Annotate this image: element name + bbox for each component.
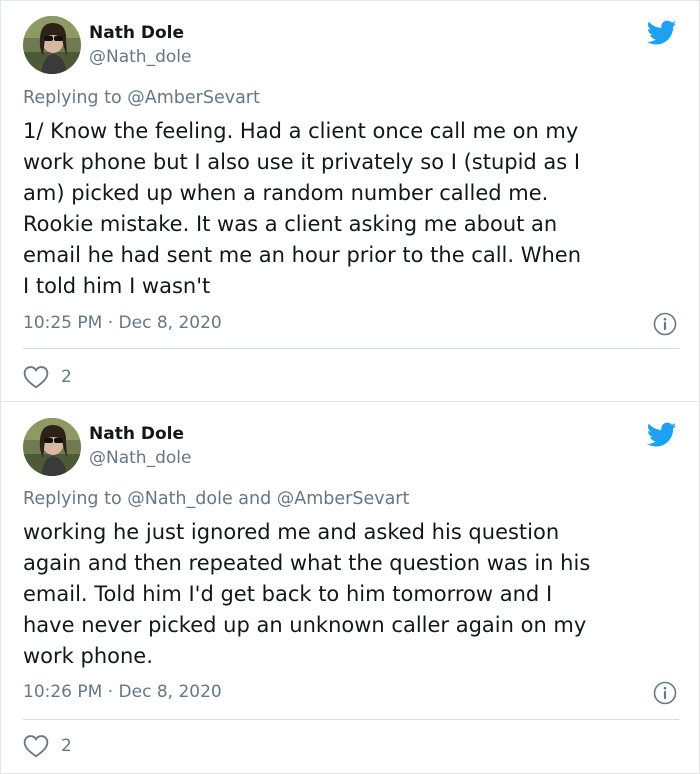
tweet-card[interactable]: Nath Dole @Nath_dole Replying to @Nath_d… [0, 402, 700, 774]
tweet-text-line: work phone but I also use it privately s… [23, 150, 581, 174]
avatar-image [23, 16, 81, 74]
tweet-text-line: Rookie mistake. It was a client asking m… [23, 212, 558, 236]
author-name[interactable]: Nath Dole [89, 23, 184, 43]
author-handle[interactable]: @Nath_dole [89, 448, 191, 468]
replying-to: Replying to @Nath_dole and @AmberSevart [23, 489, 409, 509]
timestamp[interactable]: 10:25 PM · Dec 8, 2020 [23, 313, 222, 333]
tweet-card[interactable]: Nath Dole @Nath_dole Replying to @AmberS… [0, 0, 700, 402]
timestamp[interactable]: 10:26 PM · Dec 8, 2020 [23, 682, 222, 702]
tweet-text-line: 1/ Know the feeling. Had a client once c… [23, 119, 579, 143]
heart-icon[interactable] [23, 734, 49, 758]
replying-to-prefix: Replying to [23, 489, 122, 509]
tweet-text: 1/ Know the feeling. Had a client once c… [23, 116, 683, 302]
replying-to: Replying to @AmberSevart [23, 88, 260, 108]
heart-icon[interactable] [23, 365, 49, 389]
tweet-text-line: working he just ignored me and asked his… [23, 520, 560, 544]
avatar[interactable] [23, 418, 81, 476]
twitter-bird-icon[interactable] [647, 20, 677, 46]
like-count: 2 [61, 367, 72, 387]
tweet-text: working he just ignored me and asked his… [23, 517, 683, 672]
tweet-text-line: I told him I wasn't [23, 274, 211, 298]
author-name[interactable]: Nath Dole [89, 424, 184, 444]
tweet-text-line: again and then repeated what the questio… [23, 551, 591, 575]
replying-to-mentions[interactable]: @Nath_dole and @AmberSevart [127, 489, 409, 509]
tweet-text-line: am) picked up when a random number calle… [23, 181, 549, 205]
divider [23, 348, 679, 349]
info-icon[interactable] [653, 312, 677, 336]
info-icon[interactable] [653, 681, 677, 705]
divider [23, 719, 679, 720]
tweet-text-line: email he had sent me an hour prior to th… [23, 243, 582, 267]
tweet-text-line: have never picked up an unknown caller a… [23, 613, 587, 637]
tweet-text-line: work phone. [23, 644, 153, 668]
avatar-image [23, 418, 81, 476]
author-handle[interactable]: @Nath_dole [89, 47, 191, 67]
avatar[interactable] [23, 16, 81, 74]
tweet-text-line: email. Told him I'd get back to him tomo… [23, 582, 553, 606]
replying-to-prefix: Replying to [23, 88, 122, 108]
like-count: 2 [61, 736, 72, 756]
twitter-bird-icon[interactable] [647, 422, 677, 448]
replying-to-mentions[interactable]: @AmberSevart [127, 88, 260, 108]
